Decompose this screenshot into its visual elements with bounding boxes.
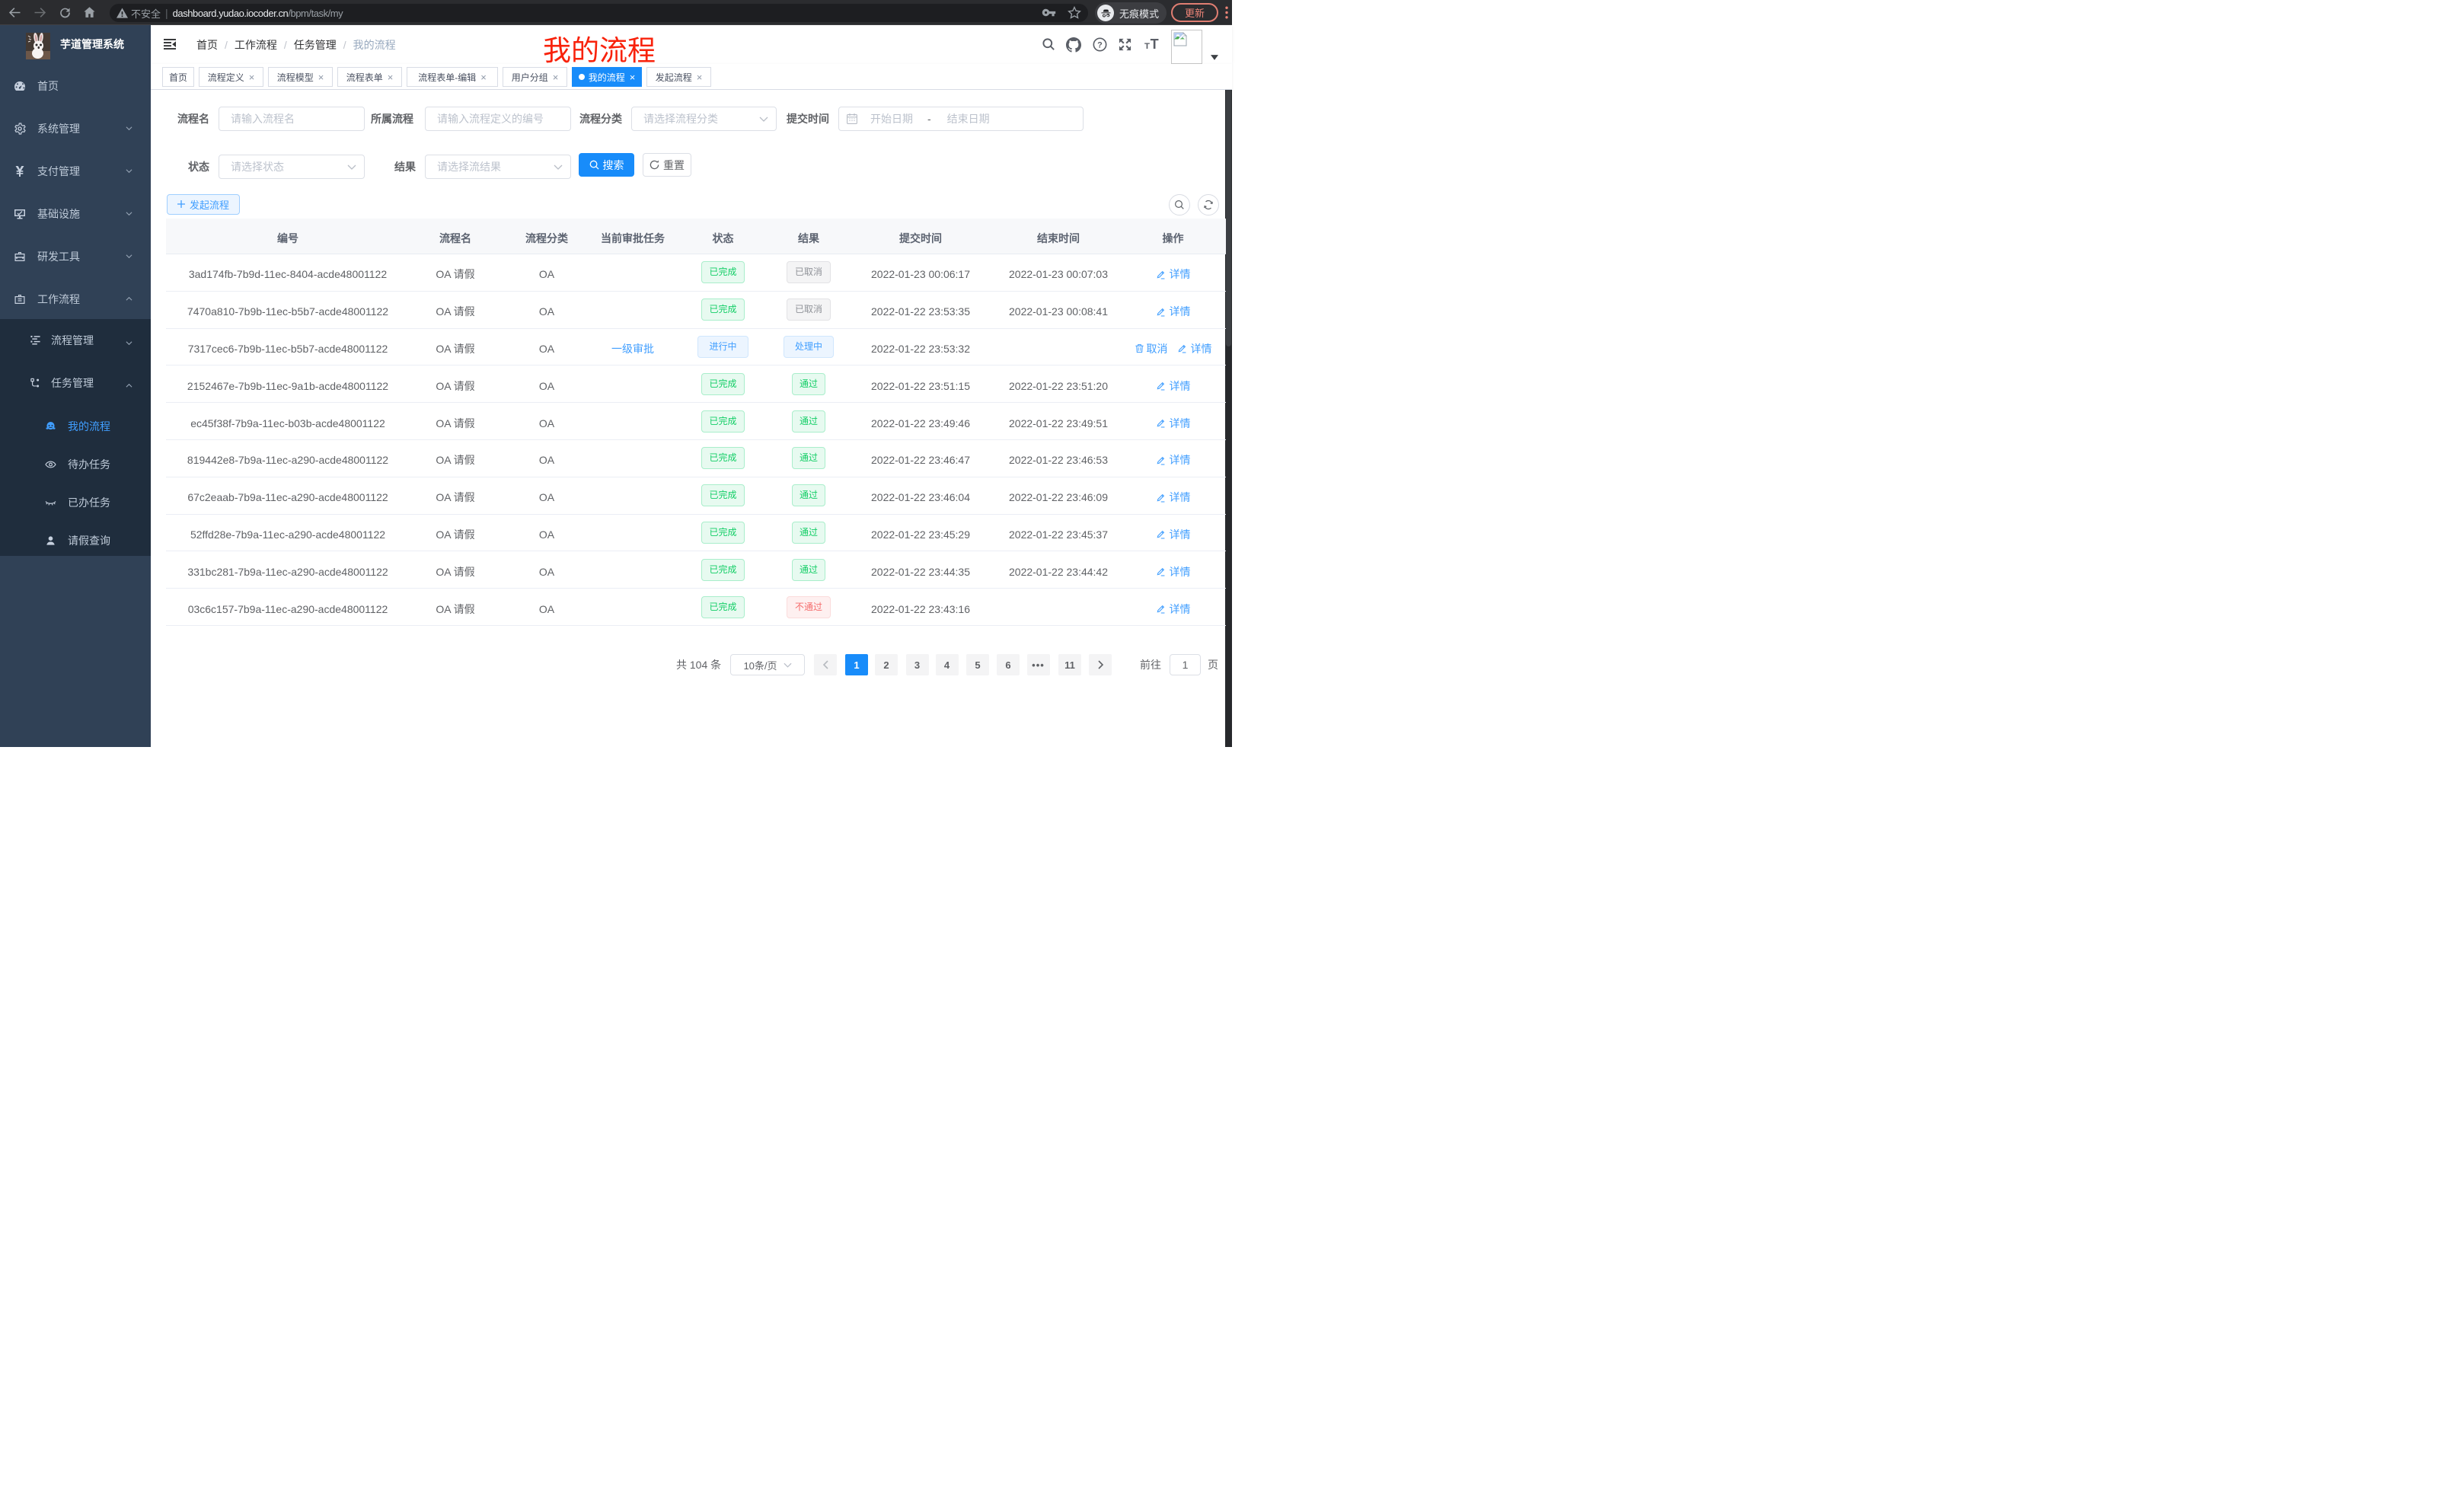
svg-text:T: T bbox=[1144, 42, 1150, 51]
svg-text:?: ? bbox=[1097, 40, 1103, 49]
svg-text:T: T bbox=[1150, 37, 1158, 52]
